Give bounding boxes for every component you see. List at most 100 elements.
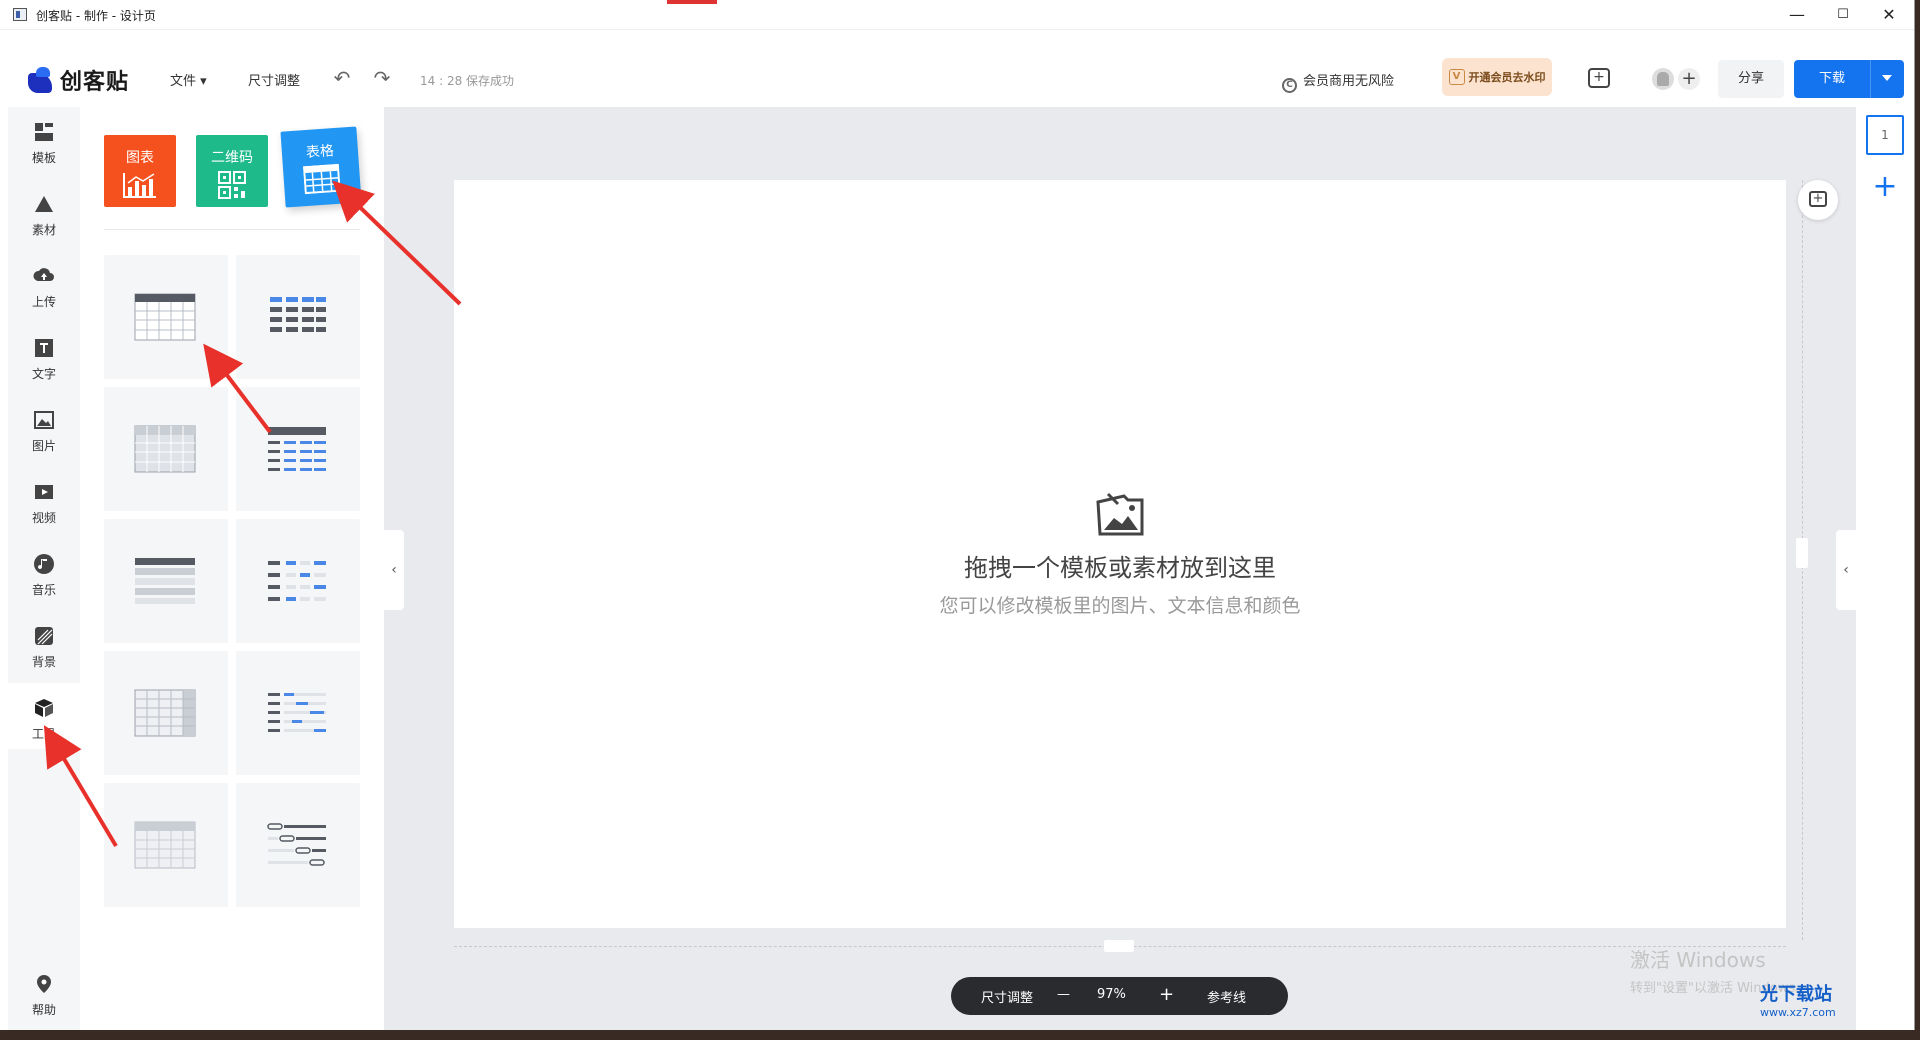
resize-button[interactable]: 尺寸调整 [248,70,300,89]
collaborators[interactable]: + [1652,66,1708,92]
table-template-3[interactable] [104,387,228,511]
tool-table-label: 表格 [305,143,335,161]
tool-chart-label: 图表 [126,150,154,166]
zoom-toolbar: 尺寸调整 — 97% + 参考线 [951,977,1288,1015]
table-template-5[interactable] [104,519,228,643]
nav-item-music[interactable]: 音乐 [8,539,80,605]
logo[interactable]: 创客贴 [26,64,129,96]
commercial-link[interactable]: C 会员商用无风险 [1282,70,1394,93]
bar-chart-icon [123,173,156,198]
nav-item-template[interactable]: 模板 [8,107,80,173]
commercial-label: 会员商用无风险 [1303,74,1395,89]
table-template-4[interactable] [236,387,360,511]
drop-hint-subtitle: 您可以修改模板里的图片、文本信息和颜色 [939,595,1301,617]
nav-item-background[interactable]: 背景 [8,611,80,677]
page-resize-handle-bottom[interactable] [1104,940,1134,952]
collapse-right-panel-button[interactable]: ‹ [1836,530,1856,610]
table-template-1[interactable] [104,255,228,379]
watermark-line1: 激活 Windows [1630,948,1766,972]
table-preview [267,823,326,866]
zoom-level: 97% [1097,987,1126,1002]
table-preview [134,425,196,473]
resize-button[interactable]: 尺寸调整 [981,987,1033,1006]
nav-item-text[interactable]: 文字 [8,323,80,389]
nav-item-video[interactable]: 视频 [8,467,80,533]
nav-label: 音乐 [31,583,56,597]
vip-button[interactable]: V 开通会员去水印 [1442,58,1552,96]
minimize-button[interactable]: — [1774,4,1820,26]
text-icon [35,339,53,357]
guides-button[interactable]: 参考线 [1207,987,1246,1006]
zoom-in-button[interactable]: + [1159,984,1174,1005]
app-window: 创客贴 - 制作 - 设计页 — ☐ ✕ 创客贴 文件 ▾ 尺寸调整 ↶ ↷ 1… [0,0,1915,1030]
tool-table[interactable]: 表格 [280,126,362,208]
help-icon [37,975,51,993]
nav-item-upload[interactable]: 上传 [8,251,80,317]
table-preview [134,821,196,869]
app-header: 创客贴 文件 ▾ 尺寸调整 ↶ ↷ 14 : 28 保存成功 C 会员商用无风险 … [8,54,1915,106]
file-menu[interactable]: 文件 ▾ [170,70,207,89]
background-icon [35,627,53,645]
pages-rail: 1 + [1856,107,1914,1030]
vip-label: 开通会员去水印 [1468,71,1546,84]
avatar [1652,68,1674,90]
maximize-button[interactable]: ☐ [1820,4,1866,26]
left-nav-rail: 模板 素材 上传 文字 图片 视频 音乐 背景 工具 帮助 [8,107,80,1030]
image-icon [34,411,54,429]
add-collaborator-icon[interactable]: + [1678,68,1700,90]
download-divider [1870,60,1871,98]
page-thumbnail[interactable]: 1 [1866,115,1904,155]
nav-label: 上传 [31,295,56,309]
tool-qrcode[interactable]: 二维码 [196,135,268,207]
add-page-button[interactable]: + [1864,167,1906,209]
nav-label: 素材 [31,223,56,237]
table-preview [268,561,326,601]
share-button[interactable]: 分享 [1718,60,1784,98]
save-status: 14 : 28 保存成功 [420,74,515,88]
nav-label: 视频 [31,511,56,525]
video-icon [35,485,53,499]
music-icon [34,554,54,574]
table-icon [302,163,341,195]
tool-chart[interactable]: 图表 [104,135,176,207]
comment-add-icon[interactable]: + [1588,68,1610,88]
nav-item-tools[interactable]: 工具 [8,683,80,749]
window-title: 创客贴 - 制作 - 设计页 [36,9,156,23]
nav-label: 工具 [31,727,56,741]
logo-icon [26,67,54,93]
nav-item-help[interactable]: 帮助 [8,959,80,1025]
nav-item-image[interactable]: 图片 [8,395,80,461]
zoom-out-button[interactable]: — [1057,987,1070,1002]
nav-label: 文字 [31,367,56,381]
table-preview [134,293,196,341]
vip-icon: V [1448,69,1465,85]
table-preview [134,689,196,737]
add-comment-button[interactable]: + [1798,180,1838,220]
panel-divider [104,229,360,230]
nav-label: 图片 [31,439,56,453]
undo-icon[interactable]: ↶ [330,67,354,89]
table-template-10[interactable] [236,783,360,907]
table-template-9[interactable] [104,783,228,907]
nav-label: 模板 [31,151,56,165]
title-bar: 创客贴 - 制作 - 设计页 — ☐ ✕ [0,0,1914,30]
table-template-8[interactable] [236,651,360,775]
table-preview [135,558,195,604]
redo-icon[interactable]: ↷ [370,67,394,89]
logo-text: 创客贴 [60,70,130,95]
page-resize-handle-right[interactable] [1796,538,1808,568]
template-icon [35,123,53,141]
red-indicator [667,0,717,4]
close-button[interactable]: ✕ [1866,4,1912,26]
material-icon [35,196,53,212]
download-button[interactable]: 下载 [1794,60,1904,98]
chevron-down-icon[interactable] [1882,75,1892,81]
nav-item-material[interactable]: 素材 [8,179,80,245]
site-url: www.xz7.com [1760,1006,1836,1019]
table-template-7[interactable] [104,651,228,775]
nav-label: 背景 [31,655,56,669]
table-preview [268,427,326,471]
collapse-panel-button[interactable]: ‹ [384,530,404,610]
table-template-2[interactable] [236,255,360,379]
table-template-6[interactable] [236,519,360,643]
